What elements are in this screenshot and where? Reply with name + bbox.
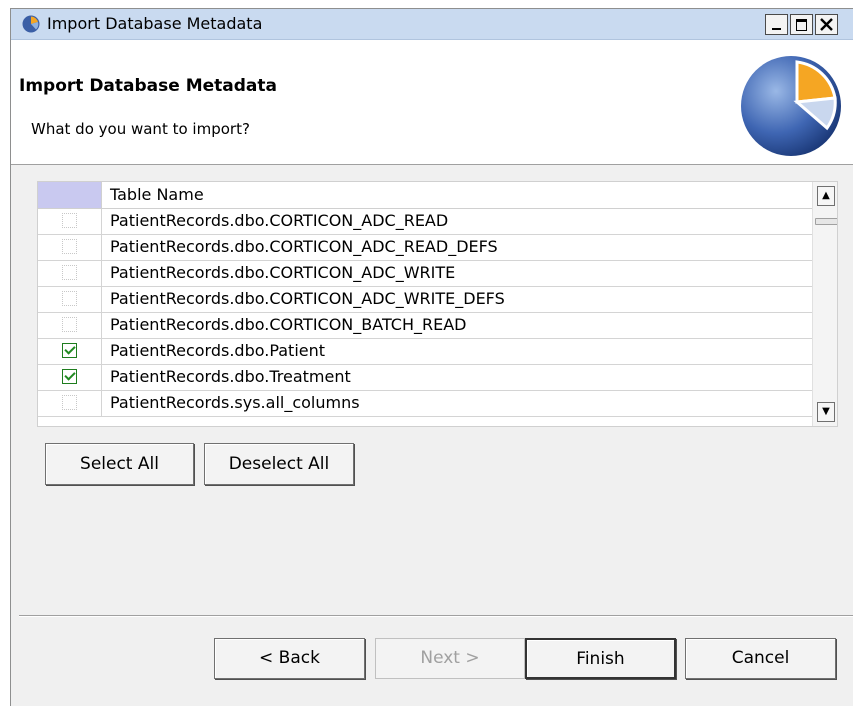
table-name-cell: PatientRecords.dbo.CORTICON_BATCH_READ	[110, 315, 467, 334]
page-subtitle: What do you want to import?	[31, 120, 250, 138]
table-name-cell: PatientRecords.dbo.Treatment	[110, 367, 351, 386]
check-cell	[38, 209, 102, 234]
table-name-cell: PatientRecords.dbo.CORTICON_ADC_READ	[110, 211, 449, 230]
table-name-cell: PatientRecords.sys.all_columns	[110, 393, 360, 412]
table-name-cell: PatientRecords.dbo.CORTICON_ADC_READ_DEF…	[110, 237, 498, 256]
next-button[interactable]: Next >	[375, 638, 525, 679]
banner-logo-icon	[741, 56, 841, 156]
back-button[interactable]: < Back	[214, 638, 365, 679]
table-header: Table Name	[38, 182, 812, 209]
finish-button[interactable]: Finish	[525, 638, 676, 679]
wizard-banner: Import Database Metadata What do you wan…	[11, 40, 853, 165]
deselect-all-button[interactable]: Deselect All	[204, 443, 354, 485]
check-cell	[38, 287, 102, 312]
page-title: Import Database Metadata	[19, 76, 277, 96]
table-row[interactable]: PatientRecords.dbo.CORTICON_ADC_WRITE_DE…	[38, 287, 812, 313]
app-logo-icon	[22, 15, 40, 33]
scroll-thumb[interactable]	[815, 218, 837, 225]
cancel-button[interactable]: Cancel	[685, 638, 836, 679]
check-cell	[38, 313, 102, 338]
column-header-table-name[interactable]: Table Name	[110, 185, 204, 204]
import-dialog: Import Database Metadata Import Database…	[10, 8, 853, 706]
select-all-button[interactable]: Select All	[45, 443, 194, 485]
footer-divider	[19, 615, 853, 617]
row-checkbox[interactable]	[62, 291, 77, 306]
row-checkbox[interactable]	[62, 369, 77, 384]
vertical-scrollbar[interactable]: ▲ ▼	[812, 182, 837, 426]
title-bar[interactable]: Import Database Metadata	[11, 9, 853, 40]
table-row[interactable]: PatientRecords.dbo.CORTICON_ADC_WRITE	[38, 261, 812, 287]
table-list: Table Name PatientRecords.dbo.CORTICON_A…	[37, 181, 838, 427]
row-checkbox[interactable]	[62, 317, 77, 332]
table-row[interactable]: PatientRecords.dbo.CORTICON_ADC_READ_DEF…	[38, 235, 812, 261]
row-checkbox[interactable]	[62, 265, 77, 280]
table-row[interactable]: PatientRecords.dbo.CORTICON_BATCH_READ	[38, 313, 812, 339]
check-cell	[38, 391, 102, 416]
table-name-cell: PatientRecords.dbo.Patient	[110, 341, 326, 360]
row-checkbox[interactable]	[62, 395, 77, 410]
header-check-column[interactable]	[38, 182, 102, 208]
table-row[interactable]: PatientRecords.dbo.Patient	[38, 339, 812, 365]
table-name-cell: PatientRecords.dbo.CORTICON_ADC_WRITE	[110, 263, 456, 282]
row-checkbox[interactable]	[62, 239, 77, 254]
check-cell	[38, 365, 102, 390]
scroll-up-icon[interactable]: ▲	[817, 186, 835, 206]
check-cell	[38, 261, 102, 286]
scroll-down-icon[interactable]: ▼	[817, 402, 835, 422]
table-row[interactable]: PatientRecords.sys.all_columns	[38, 391, 812, 417]
table-rows: PatientRecords.dbo.CORTICON_ADC_READ Pat…	[38, 209, 812, 417]
row-checkbox[interactable]	[62, 213, 77, 228]
row-checkbox[interactable]	[62, 343, 77, 358]
table-row[interactable]: PatientRecords.dbo.Treatment	[38, 365, 812, 391]
maximize-icon[interactable]	[790, 14, 813, 35]
check-cell	[38, 339, 102, 364]
table-name-cell: PatientRecords.dbo.CORTICON_ADC_WRITE_DE…	[110, 289, 505, 308]
check-cell	[38, 235, 102, 260]
window-title: Import Database Metadata	[47, 14, 263, 33]
table-row[interactable]: PatientRecords.dbo.CORTICON_ADC_READ	[38, 209, 812, 235]
close-icon[interactable]	[815, 14, 838, 35]
minimize-icon[interactable]	[765, 14, 788, 35]
